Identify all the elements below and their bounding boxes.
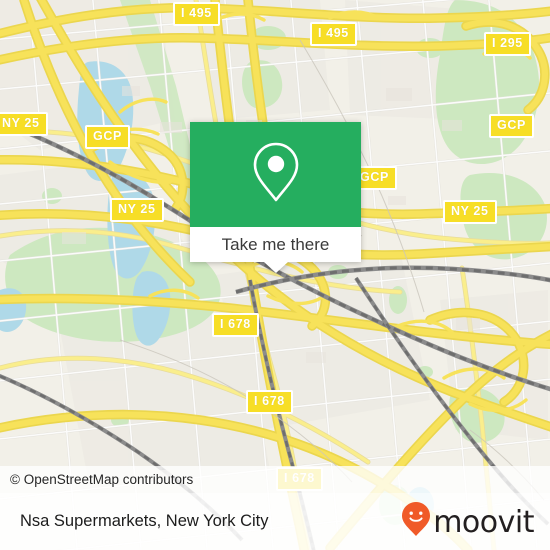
openstreetmap-attribution[interactable]: © OpenStreetMap contributors <box>0 472 193 487</box>
callout-pin-area <box>190 122 361 227</box>
road-shield-i495: I 495 <box>310 22 357 46</box>
moovit-wordmark: moovit <box>433 504 534 540</box>
moovit-map-screen: .rd { fill:none; stroke:#F7E25A; stroke-… <box>0 0 550 550</box>
callout-pointer <box>263 262 288 273</box>
road-shield-ny25: NY 25 <box>110 198 164 222</box>
bottom-info-bar: Nsa Supermarkets, New York City moovit <box>0 493 550 550</box>
take-me-there-label: Take me there <box>221 234 330 254</box>
map-attribution-bar: © OpenStreetMap contributors <box>0 466 550 493</box>
road-shield-i295: I 295 <box>484 32 531 56</box>
road-shield-i495: I 495 <box>173 2 220 26</box>
road-shield-ny25: NY 25 <box>443 200 497 224</box>
callout-footer[interactable]: Take me there <box>190 227 361 273</box>
road-shield-gcp: GCP <box>489 114 534 138</box>
moovit-logo[interactable]: moovit <box>401 501 534 542</box>
place-title: Nsa Supermarkets, New York City <box>20 512 269 530</box>
road-shield-ny25: NY 25 <box>0 112 48 136</box>
location-pin-icon <box>252 141 300 208</box>
moovit-pin-smiley-icon <box>401 501 431 542</box>
road-shield-i678: I 678 <box>246 390 293 414</box>
road-shield-gcp: GCP <box>85 125 130 149</box>
road-shield-i678: I 678 <box>212 313 259 337</box>
take-me-there-callout[interactable]: Take me there <box>190 122 361 273</box>
